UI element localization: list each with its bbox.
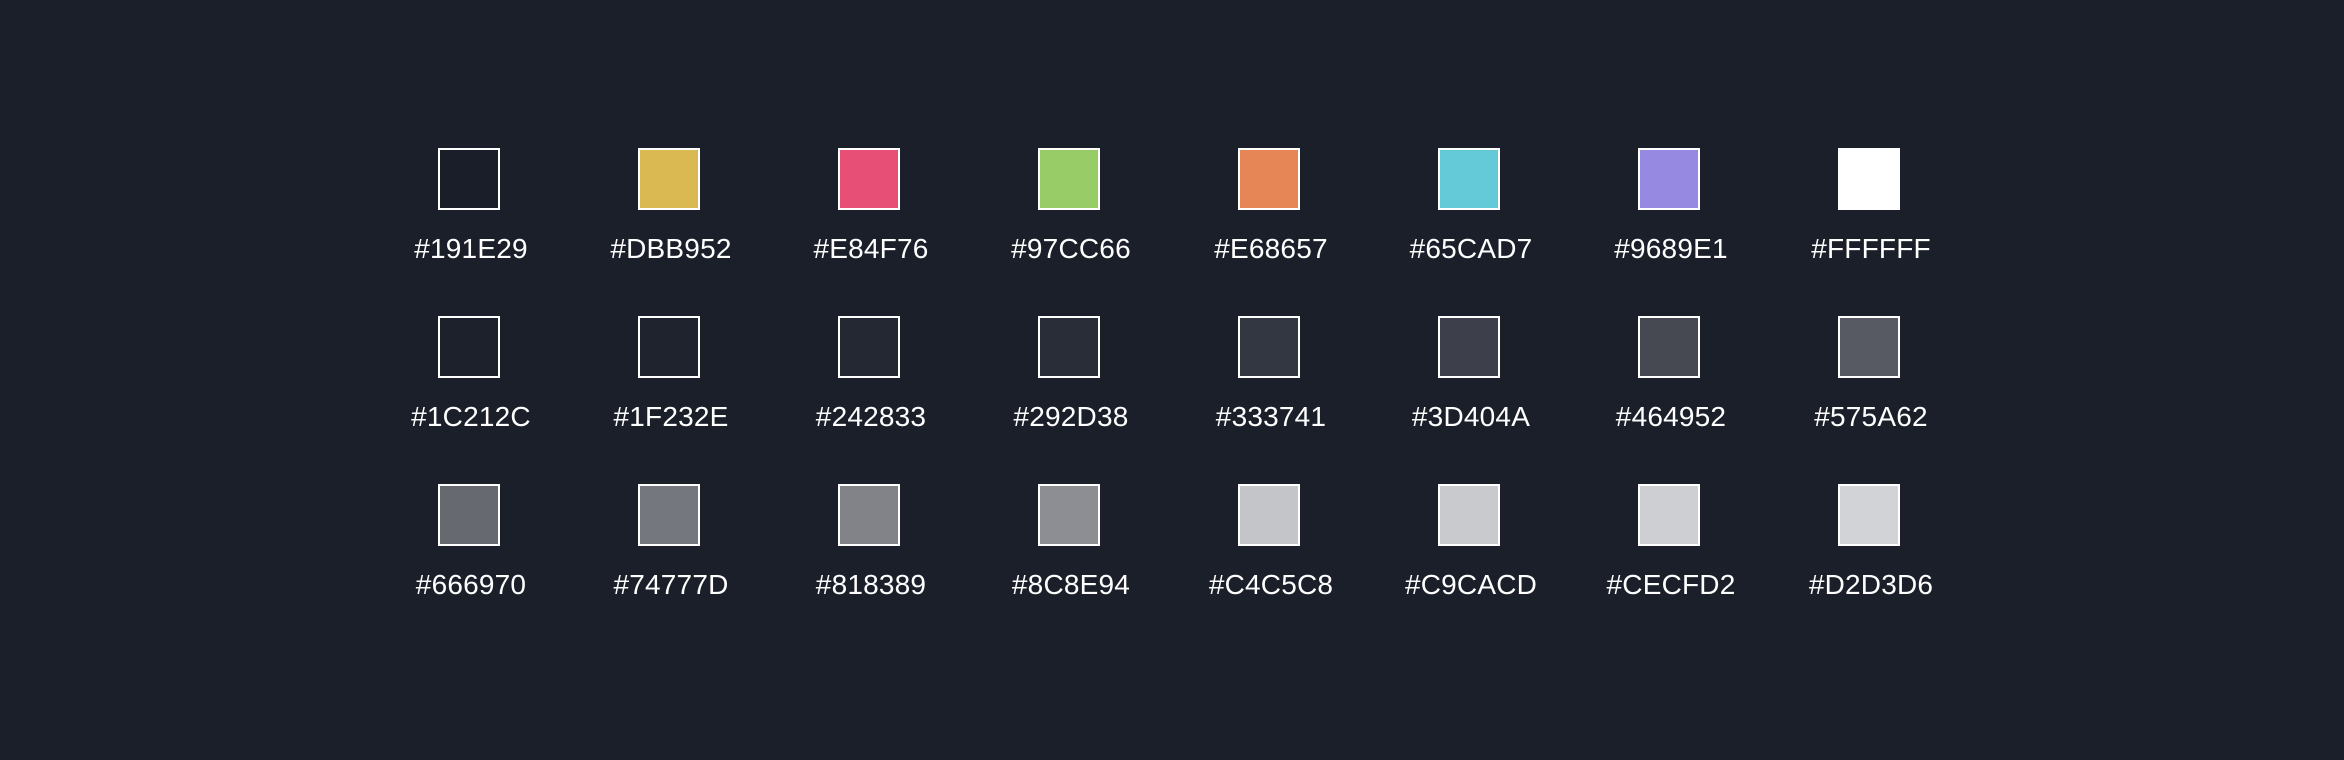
color-swatch[interactable] xyxy=(1638,148,1700,210)
swatch-item[interactable]: #C9CACD xyxy=(1386,484,1556,634)
swatch-item[interactable]: #E68657 xyxy=(1186,148,1356,298)
swatch-hex-label: #65CAD7 xyxy=(1409,233,1533,264)
color-swatch[interactable] xyxy=(1238,484,1300,546)
color-swatch[interactable] xyxy=(638,148,700,210)
swatch-hex-label: #FFFFFF xyxy=(1811,233,1931,264)
swatch-item[interactable]: #464952 xyxy=(1586,316,1756,466)
swatch-item[interactable]: #333741 xyxy=(1186,316,1356,466)
swatch-hex-label: #818389 xyxy=(815,569,927,600)
swatch-hex-label: #333741 xyxy=(1215,401,1327,432)
swatch-item[interactable]: #8C8E94 xyxy=(986,484,1156,634)
swatch-hex-label: #97CC66 xyxy=(1011,233,1131,264)
swatch-hex-label: #242833 xyxy=(815,401,927,432)
color-swatch[interactable] xyxy=(438,148,500,210)
color-swatch[interactable] xyxy=(1838,484,1900,546)
color-swatch[interactable] xyxy=(838,148,900,210)
swatch-hex-label: #191E29 xyxy=(414,233,528,264)
swatch-item[interactable]: #818389 xyxy=(786,484,956,634)
swatch-item[interactable]: #65CAD7 xyxy=(1386,148,1556,298)
color-swatch[interactable] xyxy=(638,484,700,546)
swatch-hex-label: #C4C5C8 xyxy=(1208,569,1334,600)
color-swatch[interactable] xyxy=(838,484,900,546)
color-swatch[interactable] xyxy=(638,316,700,378)
swatch-item[interactable]: #CECFD2 xyxy=(1586,484,1756,634)
swatch-hex-label: #74777D xyxy=(613,569,729,600)
swatch-hex-label: #1F232E xyxy=(613,401,729,432)
swatch-hex-label: #C9CACD xyxy=(1404,569,1538,600)
swatch-item[interactable]: #1F232E xyxy=(586,316,756,466)
color-swatch[interactable] xyxy=(1438,484,1500,546)
color-swatch[interactable] xyxy=(838,316,900,378)
color-palette: #191E29 #DBB952 #E84F76 #97CC66 #E68657 #65CA… xyxy=(0,0,2344,760)
swatch-hex-label: #575A62 xyxy=(1814,401,1928,432)
swatch-hex-label: #3D404A xyxy=(1411,401,1531,432)
swatch-item[interactable]: #3D404A xyxy=(1386,316,1556,466)
color-swatch[interactable] xyxy=(438,484,500,546)
color-swatch[interactable] xyxy=(438,316,500,378)
color-swatch[interactable] xyxy=(1438,316,1500,378)
swatch-item[interactable]: #C4C5C8 xyxy=(1186,484,1356,634)
swatch-hex-label: #D2D3D6 xyxy=(1808,569,1934,600)
swatch-item[interactable]: #E84F76 xyxy=(786,148,956,298)
swatch-hex-label: #8C8E94 xyxy=(1011,569,1131,600)
swatch-hex-label: #E84F76 xyxy=(813,233,929,264)
swatch-hex-label: #292D38 xyxy=(1013,401,1129,432)
swatch-item[interactable]: #FFFFFF xyxy=(1786,148,1956,298)
color-swatch[interactable] xyxy=(1838,148,1900,210)
color-swatch[interactable] xyxy=(1638,484,1700,546)
swatch-item[interactable]: #D2D3D6 xyxy=(1786,484,1956,634)
swatch-hex-label: #DBB952 xyxy=(610,233,732,264)
color-swatch[interactable] xyxy=(1238,148,1300,210)
color-swatch[interactable] xyxy=(1838,316,1900,378)
swatch-item[interactable]: #666970 xyxy=(386,484,556,634)
swatch-hex-label: #9689E1 xyxy=(1614,233,1728,264)
swatch-hex-label: #666970 xyxy=(415,569,527,600)
color-swatch[interactable] xyxy=(1438,148,1500,210)
swatch-item[interactable]: #1C212C xyxy=(386,316,556,466)
swatch-hex-label: #464952 xyxy=(1615,401,1727,432)
swatch-item[interactable]: #9689E1 xyxy=(1586,148,1756,298)
swatch-item[interactable]: #242833 xyxy=(786,316,956,466)
swatch-item[interactable]: #191E29 xyxy=(386,148,556,298)
color-swatch[interactable] xyxy=(1238,316,1300,378)
swatch-hex-label: #CECFD2 xyxy=(1606,569,1736,600)
swatch-item[interactable]: #DBB952 xyxy=(586,148,756,298)
swatch-item[interactable]: #74777D xyxy=(586,484,756,634)
swatch-item[interactable]: #575A62 xyxy=(1786,316,1956,466)
color-swatch[interactable] xyxy=(1038,316,1100,378)
color-swatch[interactable] xyxy=(1638,316,1700,378)
swatch-hex-label: #1C212C xyxy=(411,401,531,432)
swatch-item[interactable]: #97CC66 xyxy=(986,148,1156,298)
swatch-item[interactable]: #292D38 xyxy=(986,316,1156,466)
color-swatch[interactable] xyxy=(1038,484,1100,546)
swatch-hex-label: #E68657 xyxy=(1214,233,1328,264)
color-swatch[interactable] xyxy=(1038,148,1100,210)
